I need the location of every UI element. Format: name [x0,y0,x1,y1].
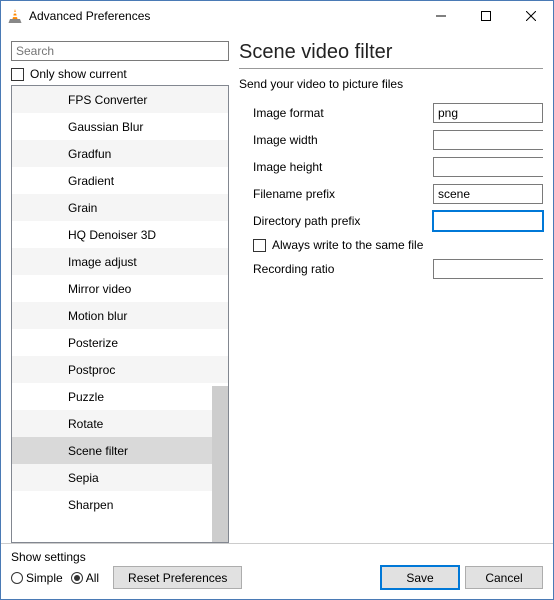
image-width-label: Image width [253,133,433,147]
cancel-button[interactable]: Cancel [465,566,543,589]
radio-icon [11,572,23,584]
tree-item-label: Sharpen [68,498,113,512]
tree-item-label: Rotate [68,417,103,431]
simple-radio[interactable]: Simple [11,571,63,585]
filename-prefix-input[interactable] [433,184,543,204]
tree-item[interactable]: Puzzle [12,383,228,410]
minimize-button[interactable] [418,2,463,31]
vlc-icon [7,8,23,24]
always-write-label: Always write to the same file [272,238,423,252]
tree-item-label: Image adjust [68,255,137,269]
only-show-current-label: Only show current [30,67,127,81]
always-write-checkbox[interactable]: Always write to the same file [239,238,543,252]
tree-item-label: FPS Converter [68,93,147,107]
tree-item[interactable]: Gaussian Blur [12,113,228,140]
maximize-button[interactable] [463,2,508,31]
tree-item[interactable]: Motion blur [12,302,228,329]
tree-item[interactable]: HQ Denoiser 3D [12,221,228,248]
footer: Show settings Simple All Reset Preferenc… [1,543,553,599]
tree-item-label: Sepia [68,471,99,485]
divider [239,68,543,69]
tree-item[interactable]: Rotate [12,410,228,437]
tree-item-label: Postproc [68,363,115,377]
tree-item[interactable]: Gradient [12,167,228,194]
image-format-label: Image format [253,106,433,120]
tree-item-label: Grain [68,201,97,215]
tree-item[interactable]: Postproc [12,356,228,383]
settings-panel: Scene video filter Send your video to pi… [239,41,543,543]
reset-preferences-button[interactable]: Reset Preferences [113,566,242,589]
recording-ratio-input[interactable] [434,260,553,278]
image-height-input[interactable] [434,158,553,176]
close-button[interactable] [508,2,553,31]
tree-item[interactable]: Sharpen [12,491,228,518]
tree-item-label: Gradfun [68,147,111,161]
image-width-stepper[interactable]: ▲▼ [433,130,543,150]
image-height-label: Image height [253,160,433,174]
window-title: Advanced Preferences [29,9,418,23]
tree-item-label: Posterize [68,336,118,350]
tree-item[interactable]: Grain [12,194,228,221]
titlebar: Advanced Preferences [1,1,553,31]
checkbox-icon [253,239,266,252]
tree-item[interactable]: Scene filter [12,437,228,464]
checkbox-icon [11,68,24,81]
image-width-input[interactable] [434,131,553,149]
all-radio[interactable]: All [71,571,99,585]
tree-item[interactable]: Posterize [12,329,228,356]
tree-item-label: Motion blur [68,309,127,323]
recording-ratio-stepper[interactable]: ▲▼ [433,259,543,279]
scrollbar[interactable] [212,386,228,542]
filter-tree: FPS Converter Gaussian Blur Gradfun Gradien… [11,85,229,543]
directory-prefix-label: Directory path prefix [253,214,433,228]
tree-item[interactable]: FPS Converter [12,86,228,113]
tree-item[interactable]: Sepia [12,464,228,491]
show-settings-label: Show settings [11,550,242,564]
sidebar: Only show current FPS Converter Gaussian … [11,41,229,543]
recording-ratio-label: Recording ratio [253,262,433,276]
tree-item-label: Scene filter [68,444,128,458]
tree-item[interactable]: Image adjust [12,248,228,275]
image-format-input[interactable] [433,103,543,123]
panel-title: Scene video filter [239,41,543,64]
radio-icon [71,572,83,584]
only-show-current-checkbox[interactable]: Only show current [11,67,229,81]
panel-subtitle: Send your video to picture files [239,77,543,91]
tree-item-label: Gradient [68,174,114,188]
tree-item[interactable]: Mirror video [12,275,228,302]
save-button[interactable]: Save [381,566,459,589]
tree-item-label: Puzzle [68,390,104,404]
tree-item-label: Mirror video [68,282,131,296]
directory-prefix-input[interactable] [433,211,543,231]
image-height-stepper[interactable]: ▲▼ [433,157,543,177]
search-input[interactable] [11,41,229,61]
tree-item[interactable]: Gradfun [12,140,228,167]
tree-item-label: HQ Denoiser 3D [68,228,156,242]
filename-prefix-label: Filename prefix [253,187,433,201]
tree-item-label: Gaussian Blur [68,120,143,134]
